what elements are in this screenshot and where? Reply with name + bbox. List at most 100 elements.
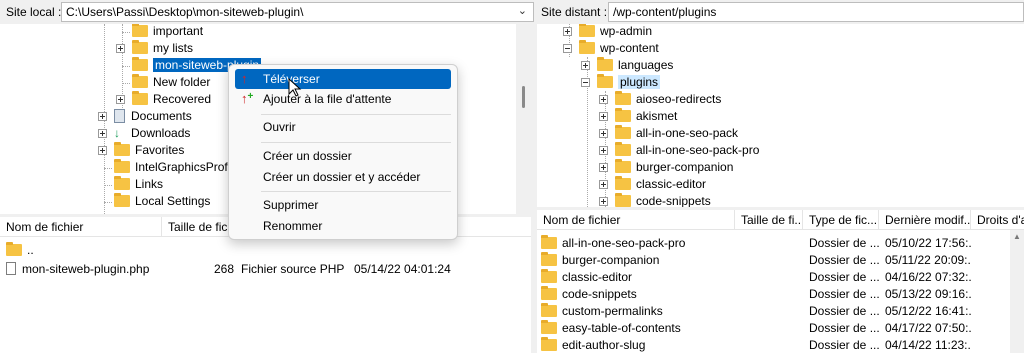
- row-date: 05/10/22 17:56:...: [885, 236, 971, 250]
- remote-tree-item-all-in-one-seo-pack[interactable]: all-in-one-seo-pack: [599, 125, 738, 142]
- tree-item-new-folder[interactable]: New folder: [122, 74, 210, 91]
- expand-icon[interactable]: [599, 197, 608, 206]
- file-date: 05/14/22 04:01:24: [354, 262, 451, 276]
- expand-icon[interactable]: [98, 129, 107, 138]
- tree-item-intelgraphicsprofile[interactable]: IntelGraphicsProfile: [104, 159, 240, 176]
- chevron-down-icon[interactable]: ⌄: [518, 4, 527, 17]
- menu-separator: [261, 114, 451, 115]
- folder-icon: [615, 159, 631, 173]
- menu-item-delete[interactable]: Supprimer: [235, 195, 451, 215]
- expand-icon[interactable]: [599, 180, 608, 189]
- download-arrow-icon: ↓: [114, 126, 120, 140]
- menu-item-create-folder-and-enter[interactable]: Créer un dossier et y accéder: [235, 167, 451, 187]
- remote-tree-item-languages[interactable]: languages: [581, 57, 673, 74]
- folder-icon: [114, 159, 130, 173]
- tree-item-my-lists[interactable]: my lists: [116, 40, 193, 57]
- scroll-up-icon[interactable]: ▲: [1013, 232, 1021, 241]
- remote-list-scrollbar[interactable]: ▲: [1010, 230, 1024, 353]
- folder-icon: [541, 252, 557, 266]
- tree-item-favorites[interactable]: Favorites: [98, 142, 184, 159]
- row-type: Dossier de ...: [809, 236, 879, 250]
- expand-icon[interactable]: [563, 27, 572, 36]
- tree-item-recovered[interactable]: Recovered: [116, 91, 211, 108]
- remote-list-header: Nom de fichier Taille de fi... Type de f…: [537, 210, 1024, 230]
- row-date: 05/12/22 16:41:...: [885, 304, 971, 318]
- menu-item-add-to-queue[interactable]: ↑+ Ajouter à la file d'attente: [235, 89, 451, 109]
- row-type: Dossier de ...: [809, 304, 879, 318]
- folder-icon: [597, 57, 613, 71]
- menu-item-upload[interactable]: ↑ Téléverser: [235, 69, 451, 89]
- tree-item-links[interactable]: Links: [104, 176, 163, 193]
- php-file-icon: [6, 262, 16, 275]
- folder-icon: [132, 40, 148, 54]
- row-date: 04/14/22 11:23:...: [885, 338, 971, 352]
- expand-icon[interactable]: [98, 146, 107, 155]
- remote-tree-item-classic-editor[interactable]: classic-editor: [599, 176, 706, 193]
- folder-icon: [615, 176, 631, 190]
- folder-icon: [541, 320, 557, 334]
- expand-icon[interactable]: [581, 61, 590, 70]
- tree-item-important[interactable]: important: [122, 24, 203, 40]
- remote-file-list: Nom de fichier Taille de fi... Type de f…: [537, 210, 1024, 353]
- menu-item-open[interactable]: Ouvrir: [235, 117, 451, 137]
- folder-icon: [579, 40, 595, 54]
- folder-icon: [541, 337, 557, 351]
- local-tree-scrollbar[interactable]: [516, 24, 531, 214]
- column-header-size[interactable]: Taille de fi...: [735, 210, 803, 230]
- local-path-input[interactable]: C:\Users\Passi\Desktop\mon-siteweb-plugi…: [61, 2, 534, 22]
- remote-folder-tree: wp-admin wp-content languages plugins ai…: [537, 24, 1024, 207]
- expand-icon[interactable]: [98, 112, 107, 121]
- folder-icon: [615, 142, 631, 156]
- tree-item-documents[interactable]: Documents: [98, 108, 192, 125]
- remote-site-label: Site distant :: [541, 5, 608, 19]
- folder-icon: [541, 269, 557, 283]
- row-type: Dossier de ...: [809, 338, 879, 352]
- row-date: 04/17/22 07:50:...: [885, 321, 971, 335]
- menu-item-rename[interactable]: Renommer: [235, 216, 451, 236]
- folder-icon: [132, 91, 148, 105]
- tree-item-downloads[interactable]: ↓ Downloads: [98, 125, 190, 142]
- column-header-filename[interactable]: Nom de fichier: [537, 210, 735, 230]
- expand-icon[interactable]: [116, 95, 125, 104]
- column-header-permissions[interactable]: Droits d'a: [971, 210, 1024, 230]
- expand-icon[interactable]: [599, 112, 608, 121]
- tree-item-local-settings[interactable]: Local Settings: [104, 193, 210, 210]
- parent-dir-row[interactable]: ..: [6, 241, 306, 259]
- menu-item-create-folder[interactable]: Créer un dossier: [235, 146, 451, 166]
- folder-icon: [541, 303, 557, 317]
- expand-icon[interactable]: [116, 44, 125, 53]
- remote-tree-item-akismet[interactable]: akismet: [599, 108, 677, 125]
- column-header-filename[interactable]: Nom de fichier: [0, 217, 162, 237]
- remote-tree-item-aioseo-redirects[interactable]: aioseo-redirects: [599, 91, 721, 108]
- remote-tree-item-plugins[interactable]: plugins: [581, 74, 661, 91]
- folder-icon: [114, 142, 130, 156]
- remote-tree-item-all-in-one-seo-pack-pro[interactable]: all-in-one-seo-pack-pro: [599, 142, 759, 159]
- row-date: 04/16/22 07:32:...: [885, 270, 971, 284]
- local-site-bar: Site local : C:\Users\Passi\Desktop\mon-…: [0, 0, 537, 24]
- scrollbar-thumb[interactable]: [522, 86, 525, 108]
- remote-site-bar: Site distant : /wp-content/plugins: [537, 0, 1024, 24]
- expand-icon[interactable]: [599, 146, 608, 155]
- menu-separator: [261, 142, 451, 143]
- column-header-modified[interactable]: Dernière modif...: [879, 210, 971, 230]
- expand-icon[interactable]: [599, 129, 608, 138]
- folder-icon: [132, 24, 148, 37]
- row-type: Dossier de ...: [809, 253, 879, 267]
- expand-icon[interactable]: [599, 95, 608, 104]
- remote-path-input[interactable]: /wp-content/plugins: [608, 2, 1024, 22]
- remote-tree-item-code-snippets[interactable]: code-snippets: [599, 193, 711, 207]
- local-site-label: Site local :: [6, 5, 62, 19]
- folder-icon: [615, 193, 631, 207]
- expand-icon[interactable]: [599, 163, 608, 172]
- collapse-icon[interactable]: [581, 78, 590, 87]
- remote-tree-item-wp-content[interactable]: wp-content: [563, 40, 659, 57]
- folder-icon: [114, 193, 130, 207]
- remote-tree-item-burger-companion[interactable]: burger-companion: [599, 159, 733, 176]
- folder-icon: [114, 176, 130, 190]
- folder-icon: [541, 235, 557, 249]
- file-size: 268: [214, 262, 235, 276]
- collapse-icon[interactable]: [563, 44, 572, 53]
- remote-tree-item-wp-admin[interactable]: wp-admin: [563, 24, 652, 40]
- column-header-type[interactable]: Type de fic...: [803, 210, 879, 230]
- folder-icon: [615, 108, 631, 122]
